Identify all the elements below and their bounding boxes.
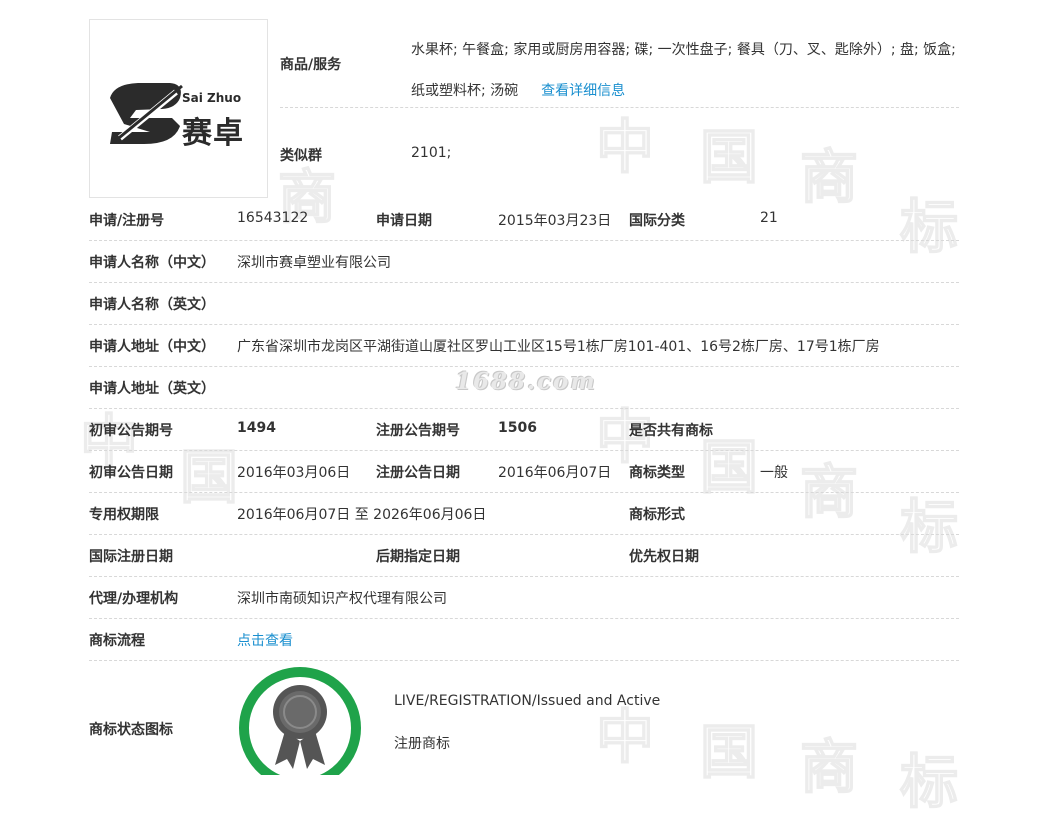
- divider: [280, 107, 959, 108]
- divider: [89, 450, 959, 451]
- applicant-cn-value: 深圳市赛卓塑业有限公司: [237, 255, 391, 271]
- prelim-no-value: 1494: [237, 420, 276, 436]
- similar-group-value: 2101;: [411, 145, 452, 161]
- status-icon-label: 商标状态图标: [89, 722, 173, 738]
- status-cn-value: 注册商标: [394, 736, 450, 752]
- intl-reg-date-label: 国际注册日期: [89, 549, 173, 565]
- tm-form-label: 商标形式: [629, 507, 685, 523]
- registered-badge-icon: [239, 667, 361, 775]
- tm-type-value: 一般: [760, 465, 788, 481]
- divider: [89, 576, 959, 577]
- later-date-label: 后期指定日期: [376, 549, 460, 565]
- reg-pub-no-value: 1506: [498, 420, 537, 436]
- reg-no-label: 申请/注册号: [89, 213, 165, 229]
- term-value: 2016年06月07日 至 2026年06月06日: [237, 507, 487, 523]
- prelim-date-value: 2016年03月06日: [237, 465, 351, 481]
- address-en-label: 申请人地址（英文）: [89, 381, 215, 397]
- shared-trademark-label: 是否共有商标: [629, 423, 713, 439]
- applicant-cn-label: 申请人名称（中文）: [89, 255, 215, 271]
- logo-brand-cn: 赛卓: [182, 116, 244, 151]
- process-label: 商标流程: [89, 633, 145, 649]
- divider: [89, 618, 959, 619]
- similar-group-label: 类似群: [280, 148, 322, 164]
- intl-class-label: 国际分类: [629, 213, 685, 229]
- divider: [89, 324, 959, 325]
- intl-class-value: 21: [760, 210, 778, 226]
- prelim-date-label: 初审公告日期: [89, 465, 173, 481]
- logo-brand-en: Sai Zhuo: [182, 91, 242, 105]
- address-cn-value: 广东省深圳市龙岗区平湖街道山厦社区罗山工业区15号1栋厂房101-401、16号…: [237, 339, 880, 355]
- term-label: 专用权期限: [89, 507, 159, 523]
- prelim-no-label: 初审公告期号: [89, 423, 173, 439]
- status-en-value: LIVE/REGISTRATION/Issued and Active: [394, 693, 661, 709]
- divider: [89, 408, 959, 409]
- goods-services-text: 水果杯; 午餐盒; 家用或厨房用容器; 碟; 一次性盘子; 餐具（刀、叉、匙除外…: [411, 42, 956, 99]
- agent-label: 代理/办理机构: [89, 591, 179, 607]
- reg-pub-date-value: 2016年06月07日: [498, 465, 612, 481]
- trademark-logo: Sai Zhuo 赛卓: [89, 19, 268, 198]
- address-cn-label: 申请人地址（中文）: [89, 339, 215, 355]
- divider: [89, 240, 959, 241]
- divider: [89, 492, 959, 493]
- tm-type-label: 商标类型: [629, 465, 685, 481]
- goods-services-value: 水果杯; 午餐盒; 家用或厨房用容器; 碟; 一次性盘子; 餐具（刀、叉、匙除外…: [411, 30, 959, 112]
- apply-date-label: 申请日期: [376, 213, 432, 229]
- applicant-en-label: 申请人名称（英文）: [89, 297, 215, 313]
- goods-label: 商品/服务: [280, 57, 342, 73]
- view-details-link[interactable]: 查看详细信息: [541, 83, 625, 99]
- process-view-link[interactable]: 点击查看: [237, 630, 293, 650]
- divider: [89, 282, 959, 283]
- reg-no-value: 16543122: [237, 210, 309, 226]
- reg-pub-date-label: 注册公告日期: [376, 465, 460, 481]
- reg-pub-no-label: 注册公告期号: [376, 423, 460, 439]
- agent-value: 深圳市南硕知识产权代理有限公司: [237, 591, 447, 607]
- divider: [89, 660, 959, 661]
- apply-date-value: 2015年03月23日: [498, 213, 612, 229]
- divider: [89, 534, 959, 535]
- priority-date-label: 优先权日期: [629, 549, 699, 565]
- divider: [89, 366, 959, 367]
- trademark-detail: Sai Zhuo 赛卓 商品/服务 水果杯; 午餐盒; 家用或厨房用容器; 碟;…: [0, 0, 1045, 775]
